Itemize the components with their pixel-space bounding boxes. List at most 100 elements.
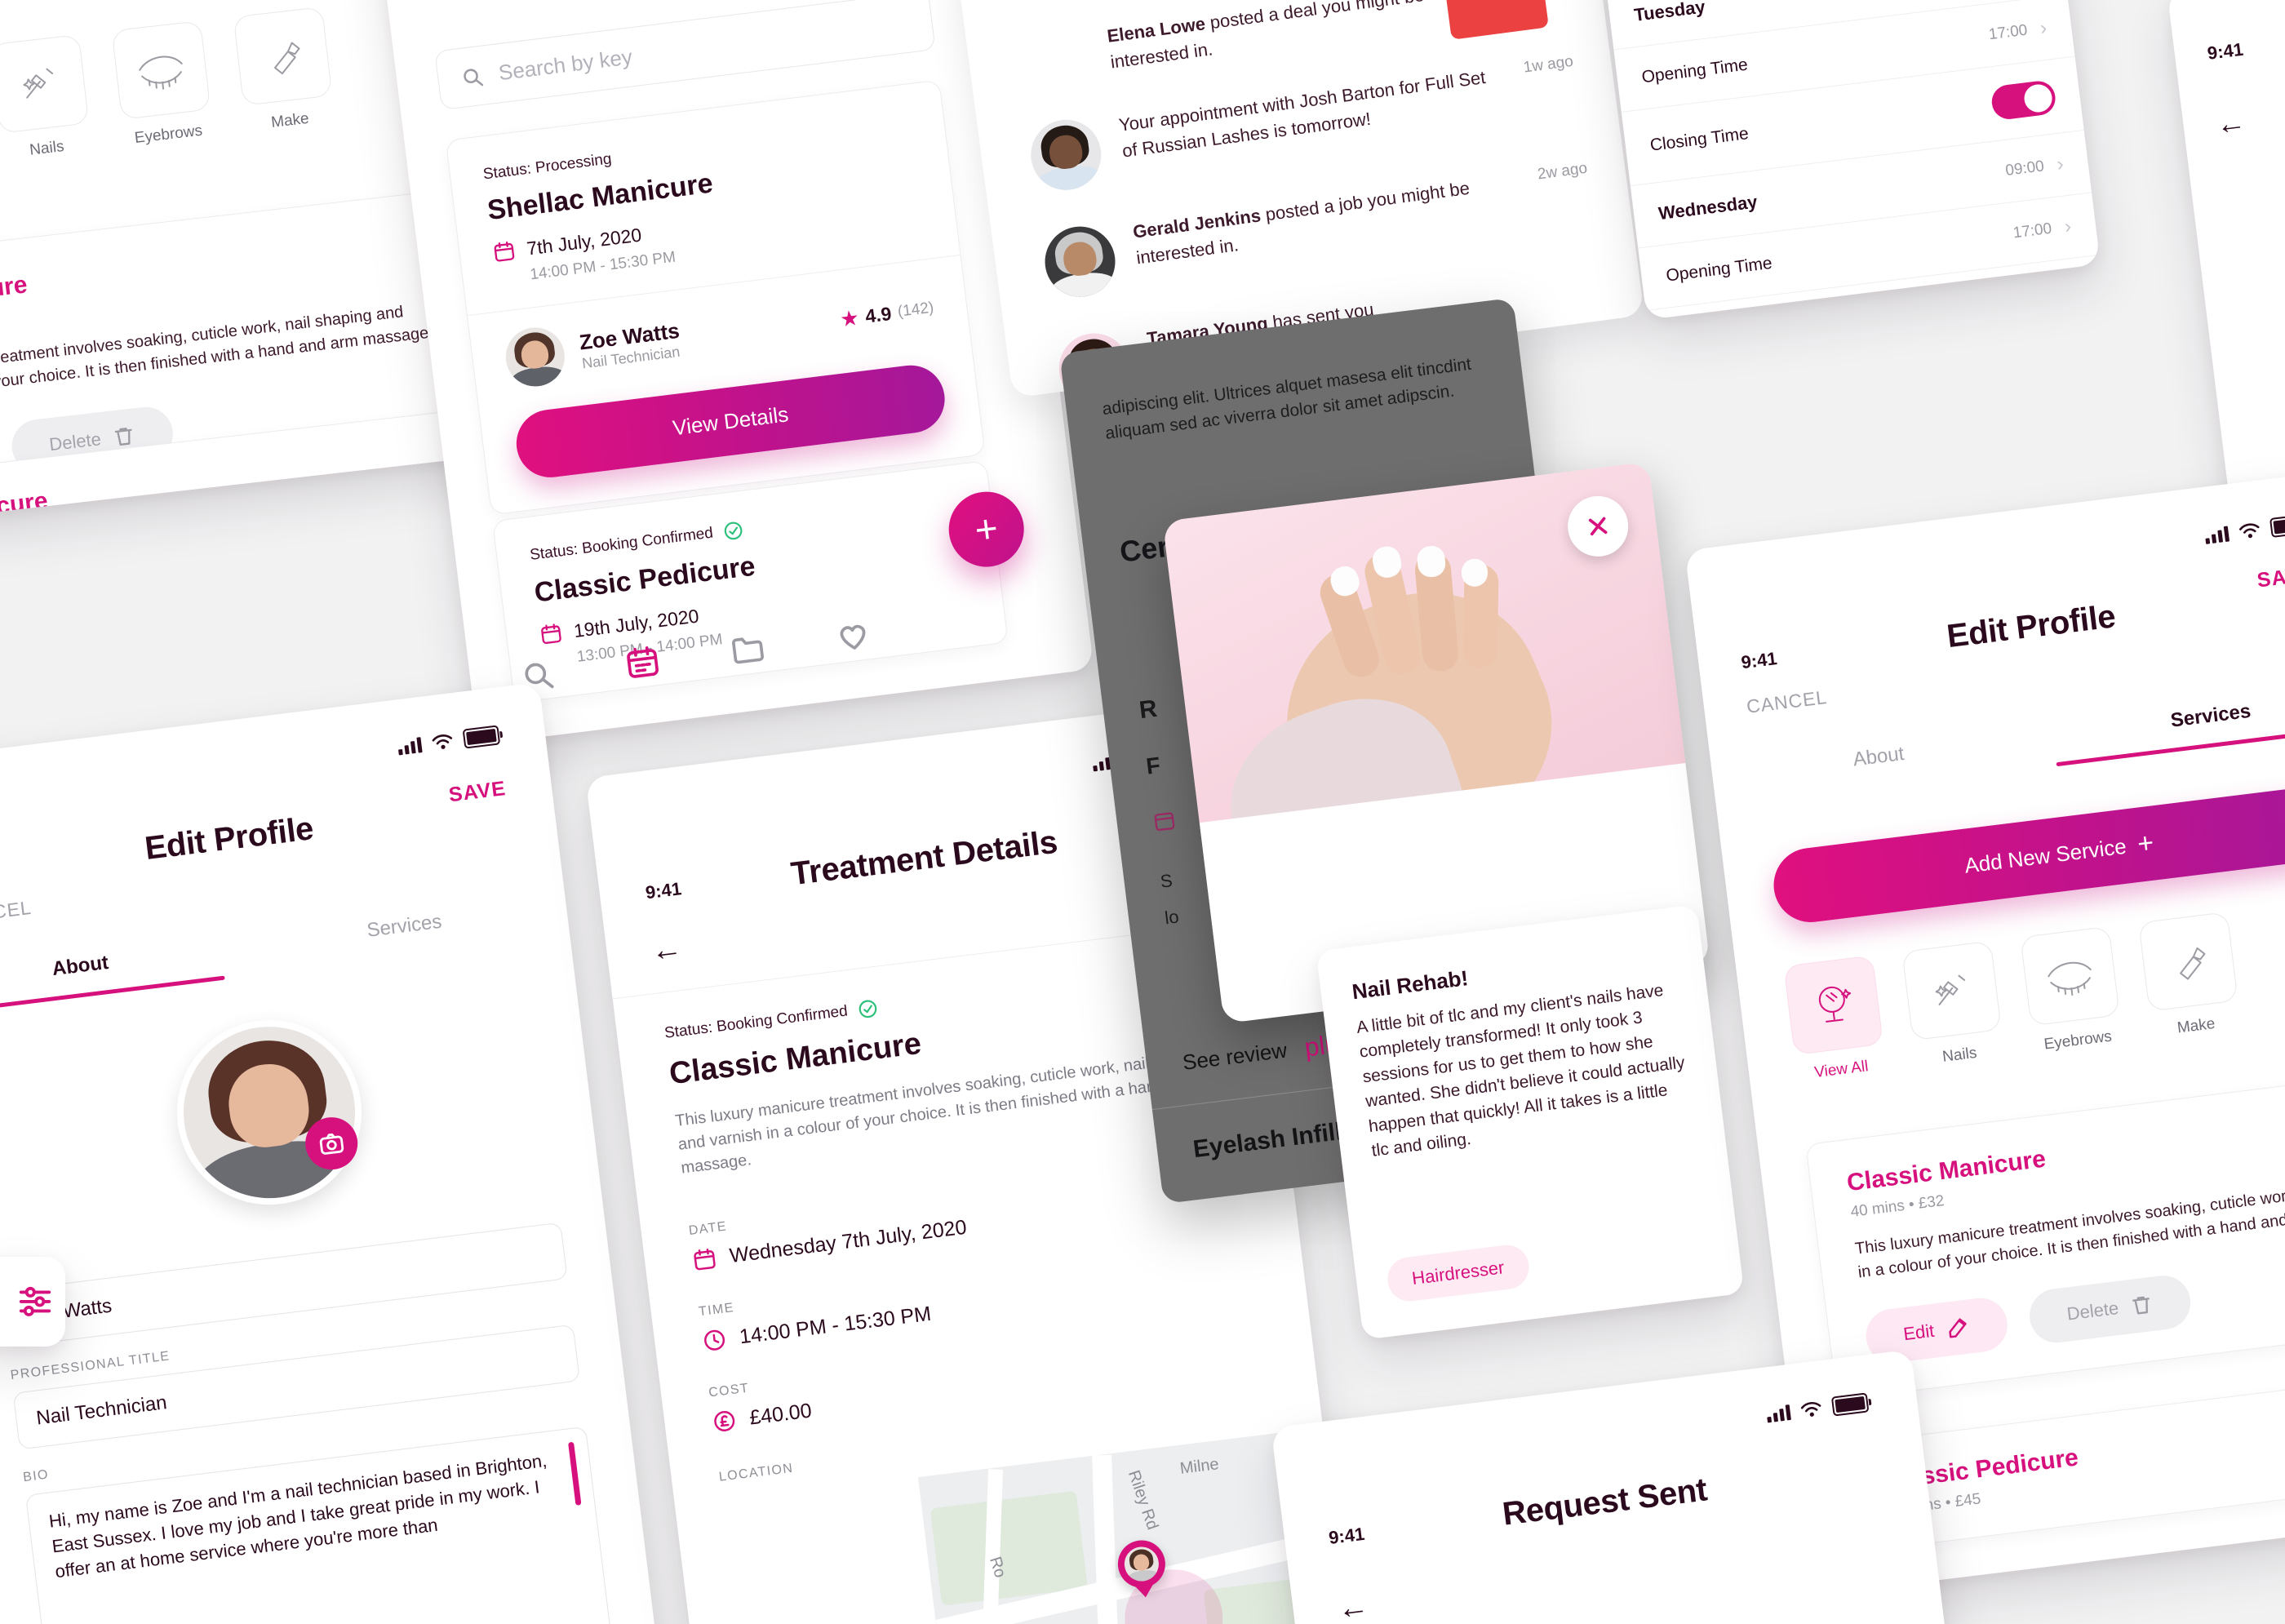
day-label: Tuesday	[1632, 0, 1706, 25]
next-section-title: Eyelash Infills	[1191, 1116, 1357, 1164]
notification-text: Your appointment with Josh Barton for Fu…	[1117, 66, 1487, 162]
arrow-left-icon[interactable]: ←	[649, 931, 684, 970]
row-label: Closing Time	[1672, 315, 1773, 320]
pencil-icon	[1949, 1318, 1967, 1338]
back-arrow-icon[interactable]: ←	[2214, 104, 2247, 142]
rating-value: 4.9	[863, 302, 893, 327]
review-body: A little bit of tlc and my client's nail…	[1355, 980, 1686, 1161]
calendar-icon	[694, 1248, 716, 1271]
certifications-body-text: adipiscing elit. Ultrices alquet masesa …	[1101, 354, 1473, 444]
cancel-button[interactable]: CANCEL	[0, 897, 33, 929]
row-label: Closing Time	[1648, 124, 1750, 155]
eyebrow-icon	[2020, 925, 2120, 1027]
close-button[interactable]	[1564, 492, 1632, 561]
see-review-label: See review	[1181, 1037, 1289, 1075]
avatar	[166, 1009, 372, 1216]
review-tag[interactable]: Hairdresser	[1385, 1242, 1532, 1304]
view-details-label: View Details	[671, 402, 790, 441]
page-title: Request Sent	[1500, 1471, 1710, 1533]
battery-icon	[1830, 1392, 1870, 1417]
filters-chip[interactable]	[0, 1257, 65, 1347]
service-category-label: Eyebrows	[133, 122, 204, 148]
heart-icon[interactable]	[833, 616, 873, 656]
status-bar	[2204, 513, 2285, 546]
delete-button-label: Delete	[2065, 1298, 2120, 1324]
wifi-icon	[2239, 523, 2260, 539]
calendar-icon	[541, 623, 561, 645]
detail-value: £40.00	[748, 1398, 814, 1430]
nail-file-icon	[0, 33, 90, 134]
arrow-left-icon[interactable]: ←	[1336, 1589, 1371, 1624]
service-card-classic-manicure: Classic Manicure 40 mins • £32 This luxu…	[1805, 1058, 2285, 1400]
signal-icon	[2204, 525, 2230, 544]
service-category-eyebrows[interactable]: Eyebrows	[2020, 925, 2123, 1055]
lipstick-icon	[233, 7, 333, 106]
service-category-label: Make	[2176, 1014, 2216, 1037]
edit-profile-about-phone: 9:41 Edit Profile SAVE CANCEL About Serv…	[0, 681, 664, 1624]
chevron-right-icon: ›	[2063, 215, 2073, 238]
search-icon	[464, 68, 484, 86]
delete-service-button[interactable]: Delete	[2026, 1272, 2194, 1347]
avatar	[1122, 1545, 1161, 1583]
camera-icon	[319, 1133, 344, 1155]
service-category-nails[interactable]: Nails	[1901, 940, 2005, 1070]
status-bar	[1765, 1392, 1870, 1424]
chevron-right-icon: ›	[2055, 153, 2065, 176]
avatar	[1027, 115, 1106, 194]
sheet-row-hint: R	[1138, 694, 1159, 725]
star-icon: ★	[838, 304, 861, 331]
battery-icon	[2269, 513, 2285, 538]
service-category-nails[interactable]: Nails	[0, 33, 92, 163]
calendar-icon[interactable]	[623, 642, 663, 682]
service-category-label: Eyebrows	[2043, 1027, 2113, 1054]
service-category-strip: Nails Eyebrows Make	[0, 7, 335, 162]
tab-about[interactable]: About	[1710, 711, 2048, 803]
service-category-makeup[interactable]: Make	[233, 7, 336, 135]
save-button[interactable]: SAVE	[2256, 562, 2285, 592]
check-circle-icon	[859, 1000, 877, 1018]
chevron-right-icon: ›	[2039, 16, 2048, 40]
map-street-label: Riley Rd	[1124, 1467, 1162, 1533]
eyebrow-icon	[111, 20, 211, 120]
sliders-icon	[19, 1286, 51, 1316]
wifi-icon	[1800, 1402, 1821, 1417]
bio-field[interactable]: Hi, my name is Zoe and I'm a nail techni…	[24, 1426, 615, 1624]
request-sent-phone: 9:41 Request Sent ←	[1271, 1349, 1953, 1624]
booking-card-processing[interactable]: Status: Processing Shellac Manicure 7th …	[445, 79, 986, 516]
sheet-row-hint: lo	[1163, 906, 1180, 929]
trash-icon	[2132, 1296, 2150, 1315]
cancel-button[interactable]: CANCEL	[1746, 686, 1829, 718]
service-category-label: Nails	[1941, 1044, 1978, 1066]
battery-icon	[462, 725, 501, 749]
folder-icon[interactable]	[728, 629, 768, 669]
avatar	[1040, 222, 1120, 301]
day-label: Wednesday	[1657, 191, 1759, 224]
add-new-service-label: Add New Service	[1963, 833, 2128, 878]
showcase-stage: Nails Eyebrows Make Classic Manicure 40 …	[0, 0, 2285, 1624]
tab-services[interactable]: Services	[239, 881, 570, 972]
closing-time-toggle[interactable]	[1990, 79, 2057, 122]
treatment-status: Status: Booking Confirmed	[663, 1002, 849, 1042]
sheet-row-hint: F	[1144, 752, 1162, 779]
notification-time: 1w ago	[1522, 52, 1574, 77]
service-category-view-all[interactable]: View All	[1783, 955, 1887, 1084]
nail-file-icon	[1901, 940, 2002, 1041]
service-category-eyebrows[interactable]: Eyebrows	[111, 20, 215, 149]
profile-form: NAME Zoe Watts PROFESSIONAL TITLE Nail T…	[0, 1198, 615, 1624]
sheet-row-hint: S	[1159, 870, 1174, 892]
service-category-label: View All	[1813, 1058, 1870, 1082]
map-street-label: Milne	[1178, 1455, 1220, 1478]
scrollbar-thumb[interactable]	[568, 1441, 582, 1506]
service-category-label: Make	[270, 109, 310, 131]
page-title: Edit Profile	[1945, 598, 2118, 655]
clock-icon	[704, 1329, 725, 1351]
wifi-icon	[432, 734, 453, 749]
row-label: Opening Time	[1640, 55, 1749, 87]
plus-icon: +	[2135, 827, 2156, 860]
lipstick-icon	[2138, 912, 2238, 1012]
plus-icon: +	[972, 506, 1001, 552]
add-new-service-button[interactable]: Add New Service +	[1769, 783, 2285, 927]
search-placeholder: Search by key	[497, 44, 634, 86]
day-value: 09:00	[2004, 158, 2046, 180]
service-category-makeup[interactable]: Make	[2138, 912, 2242, 1041]
